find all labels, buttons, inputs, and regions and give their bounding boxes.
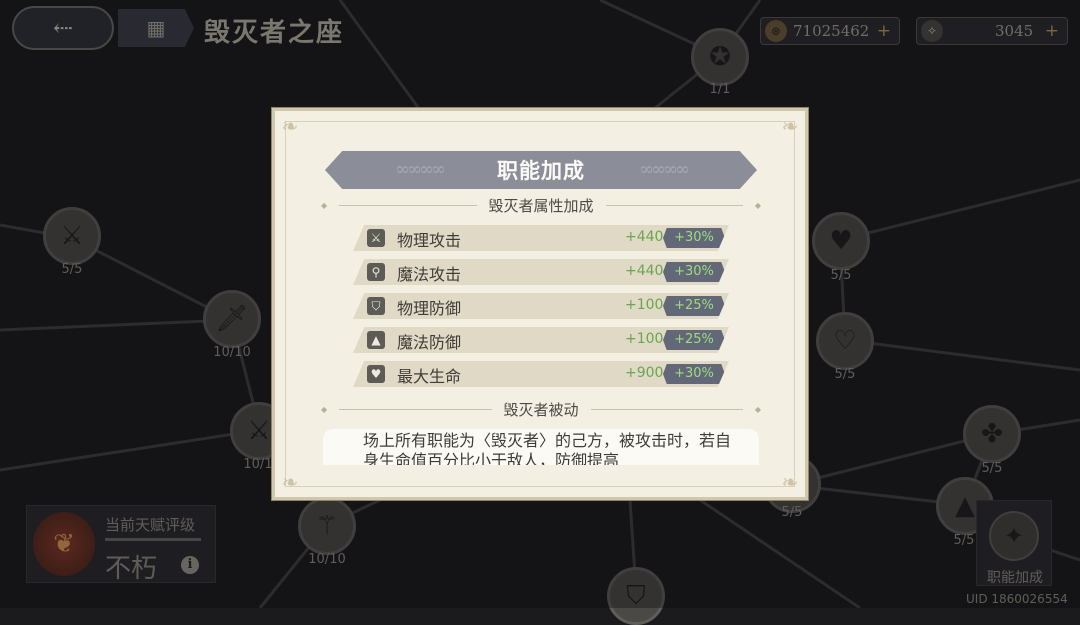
stat-percent-badge: +30%	[663, 364, 725, 384]
ribbon-ornament-icon: ∞∞∞∞	[639, 159, 690, 180]
divider-dot-icon: ◆	[754, 201, 762, 210]
passive-description-box[interactable]: 场上所有职能为〈毁灭者〉的己方，被攻击时，若自身生命值百分比小于敌人，防御提高	[323, 429, 759, 465]
shield-icon: ⛉	[367, 297, 385, 315]
stat-percent-badge: +25%	[663, 330, 725, 350]
stat-name: 物理防御	[397, 299, 462, 318]
sword-icon: ⚔	[367, 229, 385, 247]
stat-add-value: +440	[625, 229, 664, 245]
attr-section-header: ◆ 毁灭者属性加成 ◆	[321, 195, 761, 216]
corner-ornament-icon: ❧	[281, 470, 299, 494]
passive-section-title: 毁灭者被动	[503, 401, 579, 419]
attr-section-title: 毁灭者属性加成	[488, 197, 594, 215]
heart-icon: ♥	[367, 365, 385, 383]
stat-add-value: +440	[625, 263, 664, 279]
divider-dot-icon: ◆	[754, 405, 762, 414]
stat-row-physical-attack: ⚔ 物理攻击 +440 +30%	[353, 225, 729, 251]
stat-name: 魔法攻击	[397, 265, 462, 284]
stat-name: 魔法防御	[397, 333, 462, 352]
stat-percent-badge: +30%	[663, 262, 725, 282]
ribbon-ornament-icon: ∞∞∞∞	[395, 159, 446, 180]
dialog-title: 职能加成	[497, 158, 585, 183]
stat-add-value: +100	[625, 331, 664, 347]
corner-ornament-icon: ❧	[281, 114, 299, 138]
stat-row-max-hp: ♥ 最大生命 +900 +30%	[353, 361, 729, 387]
wand-icon: ⚲	[367, 263, 385, 281]
divider-dot-icon: ◆	[321, 405, 328, 414]
stat-add-value: +900	[625, 365, 664, 381]
stat-row-magic-attack: ⚲ 魔法攻击 +440 +30%	[353, 259, 729, 285]
divider-dot-icon: ◆	[321, 201, 328, 210]
stat-add-value: +100	[625, 297, 664, 313]
stat-percent-badge: +25%	[663, 296, 725, 316]
passive-text: 场上所有职能为〈毁灭者〉的己方，被攻击时，若自身生命值百分比小于敌人，防御提高	[363, 431, 732, 465]
class-bonus-dialog: ❧ ❧ ❧ ❧ ∞∞∞∞ ∞∞∞∞ 职能加成 ◆ 毁灭者属性加成 ◆ ⚔ 物理攻…	[272, 108, 808, 500]
corner-ornament-icon: ❧	[781, 114, 799, 138]
stat-percent-badge: +30%	[663, 228, 725, 248]
stat-name: 物理攻击	[397, 231, 462, 250]
passive-section-header: ◆ 毁灭者被动 ◆	[321, 399, 761, 420]
hat-icon: ▲	[367, 331, 385, 349]
stat-name: 最大生命	[397, 367, 462, 386]
corner-ornament-icon: ❧	[781, 470, 799, 494]
stat-row-physical-defense: ⛉ 物理防御 +100 +25%	[353, 293, 729, 319]
dialog-header: ∞∞∞∞ ∞∞∞∞ 职能加成	[325, 151, 757, 189]
stat-row-magic-defense: ▲ 魔法防御 +100 +25%	[353, 327, 729, 353]
